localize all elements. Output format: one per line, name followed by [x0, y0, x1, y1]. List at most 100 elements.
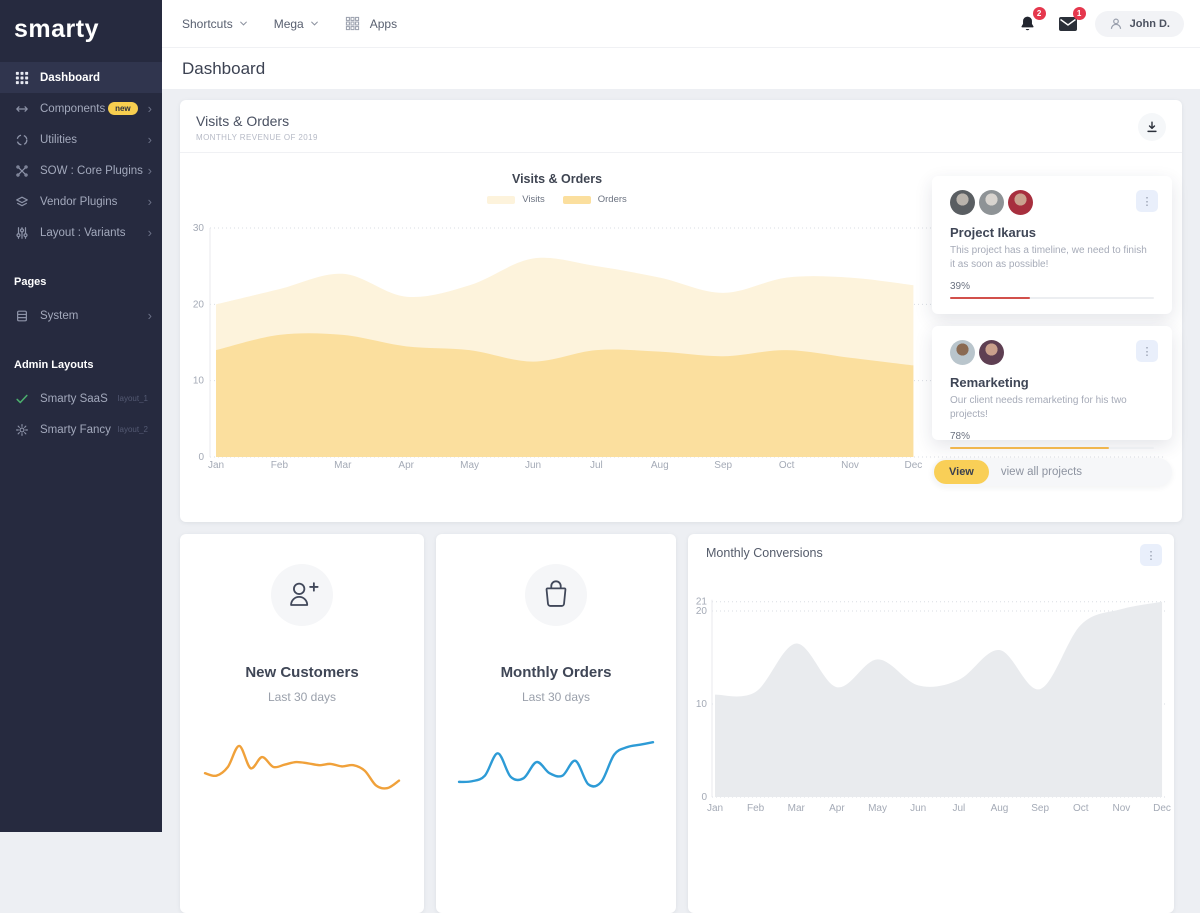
- card-title: Monthly Conversions: [706, 546, 823, 560]
- grid-icon: [14, 70, 30, 86]
- sidebar-item-dashboard[interactable]: Dashboard: [0, 62, 162, 93]
- gear-icon: [14, 422, 30, 438]
- kebab-menu-button[interactable]: [1136, 190, 1158, 212]
- monthly-conversions-card: Monthly Conversions 0102021JanFebMarAprM…: [688, 534, 1174, 913]
- svg-text:May: May: [460, 460, 479, 471]
- nav-menu-shortcuts[interactable]: Shortcuts: [182, 17, 248, 31]
- progress-bar-fill: [950, 447, 1109, 449]
- notifications-button[interactable]: 2: [1015, 11, 1041, 37]
- svg-text:20: 20: [193, 299, 205, 310]
- sidebar-item-label: Components: [40, 103, 108, 115]
- layers-icon: [14, 194, 30, 210]
- monthly-orders-sparkline: [451, 732, 661, 802]
- avatar: [979, 190, 1004, 215]
- sidebar-item-smarty-fancy[interactable]: Smarty Fancylayout_2: [0, 414, 162, 445]
- chevron-right-icon: ›: [148, 102, 152, 115]
- sidebar-section-header: Pages: [0, 276, 162, 288]
- svg-text:Apr: Apr: [829, 803, 845, 814]
- stat-subtitle: Last 30 days: [436, 690, 676, 704]
- card-title: Visits & Orders: [196, 113, 1166, 129]
- svg-text:Apr: Apr: [398, 460, 414, 471]
- svg-text:0: 0: [198, 452, 204, 463]
- database-icon: [14, 308, 30, 324]
- svg-text:Jul: Jul: [590, 460, 603, 471]
- nav-menu-label: Apps: [370, 17, 397, 31]
- loader-icon: [14, 132, 30, 148]
- view-button[interactable]: View: [934, 460, 989, 484]
- message-count-badge: 1: [1073, 7, 1086, 20]
- download-icon: [1145, 120, 1159, 134]
- svg-text:Sep: Sep: [1031, 803, 1049, 814]
- nav-menu-apps[interactable]: Apps: [345, 16, 397, 31]
- avatar-row: [950, 340, 1154, 365]
- svg-text:May: May: [868, 803, 887, 814]
- legend-swatch: [487, 196, 515, 204]
- nav-menu-label: Shortcuts: [182, 17, 233, 31]
- app-logo: smarty: [0, 0, 162, 62]
- sidebar-item-components[interactable]: Componentsnew›: [0, 93, 162, 124]
- sidebar-item-system[interactable]: System›: [0, 300, 162, 331]
- new-customers-card: New Customers Last 30 days: [180, 534, 424, 913]
- svg-text:10: 10: [193, 376, 205, 387]
- stat-subtitle: Last 30 days: [180, 690, 424, 704]
- messages-button[interactable]: 1: [1055, 11, 1081, 37]
- avatar: [1008, 190, 1033, 215]
- progress-bar: [950, 297, 1154, 299]
- svg-text:Mar: Mar: [788, 803, 806, 814]
- sidebar-section-header: Admin Layouts: [0, 359, 162, 371]
- stat-title: New Customers: [180, 664, 424, 681]
- chevron-right-icon: ›: [148, 226, 152, 239]
- layout-meta-label: layout_2: [118, 425, 148, 434]
- avatar: [950, 190, 975, 215]
- plugin-icon: [14, 163, 30, 179]
- svg-text:Feb: Feb: [747, 803, 765, 814]
- project-description: This project has a timeline, we need to …: [950, 244, 1154, 271]
- navbar-menus: Shortcuts Mega Apps: [182, 16, 423, 31]
- svg-text:30: 30: [193, 223, 205, 234]
- apps-grid-icon: [345, 16, 360, 31]
- sidebar-item-smarty-saas[interactable]: Smarty SaaSlayout_1: [0, 383, 162, 414]
- kebab-menu-button[interactable]: [1136, 340, 1158, 362]
- svg-text:Dec: Dec: [905, 460, 923, 471]
- sidebar-item-vendor-plugins[interactable]: Vendor Plugins›: [0, 186, 162, 217]
- monthly-conversions-chart: 0102021JanFebMarAprMayJunJulAugSepOctNov…: [688, 574, 1174, 834]
- sidebar-item-sow-core-plugins[interactable]: SOW : Core Plugins›: [0, 155, 162, 186]
- view-all-projects-link[interactable]: view all projects: [1001, 466, 1082, 478]
- avatar: [950, 340, 975, 365]
- new-customers-sparkline: [197, 732, 407, 802]
- project-title: Remarketing: [950, 375, 1154, 390]
- svg-text:Jan: Jan: [707, 803, 723, 814]
- page-header: Dashboard: [162, 48, 1200, 89]
- top-navbar: Shortcuts Mega Apps 2 1 John D.: [162, 0, 1200, 48]
- card-header: Visits & Orders MONTHLY REVENUE OF 2019: [180, 100, 1182, 153]
- svg-text:Oct: Oct: [779, 460, 795, 471]
- sidebar-item-label: Layout : Variants: [40, 227, 144, 239]
- arrows-h-icon: [14, 101, 30, 117]
- svg-text:Aug: Aug: [991, 803, 1009, 814]
- navbar-right: 2 1 John D.: [1015, 11, 1184, 37]
- project-description: Our client needs remarketing for his two…: [950, 394, 1154, 421]
- sidebar-item-label: Vendor Plugins: [40, 196, 144, 208]
- avatar: [979, 340, 1004, 365]
- chevron-right-icon: ›: [148, 309, 152, 322]
- svg-text:Mar: Mar: [334, 460, 352, 471]
- sidebar-item-utilities[interactable]: Utilities›: [0, 124, 162, 155]
- chart-title: Visits & Orders: [512, 172, 602, 186]
- nav-menu-label: Mega: [274, 17, 304, 31]
- sliders-icon: [14, 225, 30, 241]
- view-projects-bar: View view all projects: [932, 458, 1172, 486]
- user-menu[interactable]: John D.: [1095, 11, 1184, 37]
- kebab-menu-button[interactable]: [1140, 544, 1162, 566]
- download-button[interactable]: [1138, 113, 1166, 141]
- svg-text:Dec: Dec: [1153, 803, 1171, 814]
- sidebar-item-label: Dashboard: [40, 72, 152, 84]
- nav-menu-mega[interactable]: Mega: [274, 17, 319, 31]
- svg-text:10: 10: [696, 699, 708, 710]
- project-title: Project Ikarus: [950, 225, 1154, 240]
- sidebar-item-layout-variants[interactable]: Layout : Variants ›: [0, 217, 162, 248]
- legend-item-visits: Visits: [487, 194, 545, 205]
- progress-bar: [950, 447, 1154, 449]
- monthly-orders-card: Monthly Orders Last 30 days: [436, 534, 676, 913]
- legend-swatch: [563, 196, 591, 204]
- svg-text:Jul: Jul: [952, 803, 965, 814]
